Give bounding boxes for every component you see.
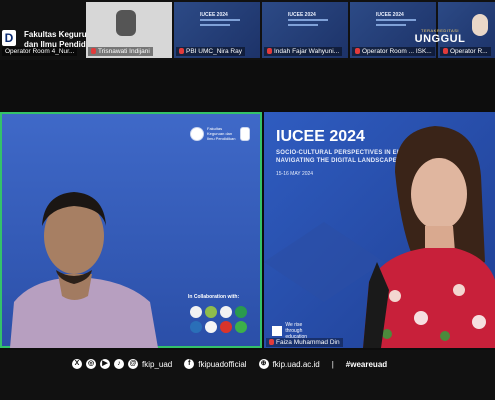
slide-title: IUCEE 2024 bbox=[276, 128, 365, 145]
logo-mark-icon bbox=[272, 326, 282, 336]
threads-icon: @ bbox=[128, 359, 138, 369]
partner-logo-icon bbox=[205, 321, 217, 333]
social-links: X ◎ ▶ ♪ @ fkip_uad f fkipuadofficial ⊕ f… bbox=[72, 359, 387, 369]
participant-tile[interactable]: Trisnawati Indijani bbox=[86, 2, 172, 58]
participant-label: PBI UMC_Nira Ray bbox=[176, 47, 245, 56]
tiktok-icon: ♪ bbox=[114, 359, 124, 369]
partner-text: Fakultas Keguruan dan Ilmu Pendidikan bbox=[207, 126, 236, 141]
collaboration-logos bbox=[190, 306, 247, 333]
participant-label: Trisnawati Indijani bbox=[88, 47, 153, 56]
social-handle: fkip_uad bbox=[142, 359, 173, 369]
x-twitter-icon: X bbox=[72, 359, 82, 369]
partner-logo-icon bbox=[205, 306, 217, 318]
facebook-icon: f bbox=[184, 359, 195, 369]
youtube-icon: ▶ bbox=[100, 359, 110, 369]
muted-mic-icon bbox=[269, 339, 274, 346]
participant-tile[interactable]: Operator Room 4_Nur... bbox=[0, 2, 84, 58]
facebook-handle: fkipuadofficial bbox=[198, 359, 247, 369]
participant-tile[interactable]: IUCEE 2024 PBI UMC_Nira Ray bbox=[174, 2, 260, 58]
speaker-video-man bbox=[10, 192, 158, 348]
collaboration-title: In Collaboration with: bbox=[188, 294, 240, 300]
participant-label: Indah Fajar Wahyuni... bbox=[264, 47, 343, 56]
website-text: fkip.uad.ac.id bbox=[272, 359, 320, 369]
partner-logo-icon bbox=[220, 306, 232, 318]
muted-mic-icon bbox=[179, 48, 184, 55]
speaker-name-label: Faiza Muhammad Din bbox=[266, 338, 343, 347]
partner-logos: Fakultas Keguruan dan Ilmu Pendidikan bbox=[190, 126, 250, 141]
partner-logo-icon bbox=[235, 321, 247, 333]
footer-bar bbox=[0, 350, 495, 400]
speaker-video-woman bbox=[363, 126, 495, 348]
partner-logo-icon bbox=[190, 321, 202, 333]
instagram-icon: ◎ bbox=[86, 359, 96, 369]
muted-mic-icon bbox=[91, 48, 96, 55]
participant-label: Operator Room 4_Nur... bbox=[2, 47, 78, 56]
partner-logo-icon bbox=[220, 321, 232, 333]
university-seal-icon bbox=[190, 126, 204, 141]
hashtag: #weareuad bbox=[345, 359, 388, 369]
accreditation-badge: TERAKREDITASI UNGGUL bbox=[408, 28, 472, 52]
slide-date: 15-16 MAY 2024 bbox=[276, 171, 314, 177]
muted-mic-icon bbox=[267, 48, 272, 55]
partner-logo-icon bbox=[190, 306, 202, 318]
accreditation-big-text: UNGGUL bbox=[414, 33, 466, 45]
partner-logo-icon bbox=[240, 126, 250, 141]
muted-mic-icon bbox=[355, 48, 360, 55]
globe-icon: ⊕ bbox=[258, 359, 269, 369]
participant-tile[interactable]: IUCEE 2024 Indah Fajar Wahyuni... bbox=[262, 2, 348, 58]
divider: | bbox=[331, 359, 334, 369]
partner-logo-icon bbox=[235, 306, 247, 318]
